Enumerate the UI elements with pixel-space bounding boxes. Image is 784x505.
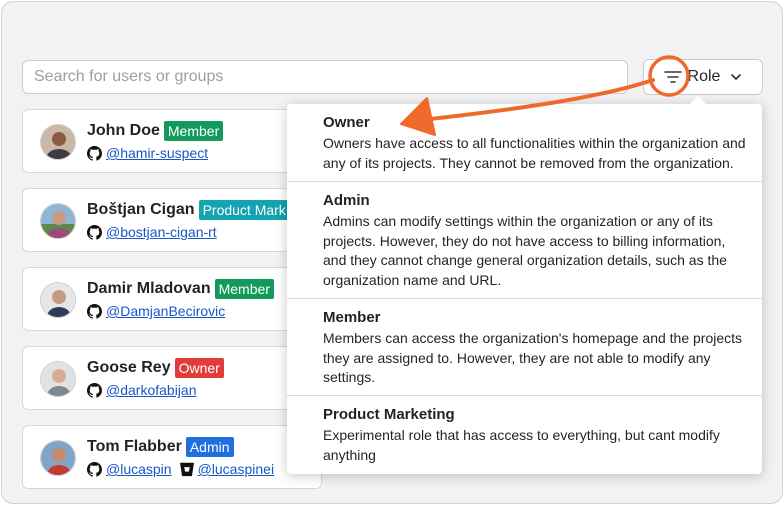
role-option-product-marketing[interactable]: Product Marketing Experimental role that… [287,405,762,465]
user-name: John Doe [87,122,160,139]
bitbucket-icon [179,462,194,476]
role-option-description: Members can access the organization's ho… [323,330,743,385]
github-icon [87,224,102,240]
role-option-title: Owner [323,114,370,131]
avatar [40,282,76,318]
github-icon [87,303,102,319]
user-name: Tom Flabber [87,438,182,455]
user-name: Boštjan Cigan [87,201,195,218]
role-dropdown-menu: Owner Owners have access to all function… [287,96,762,474]
role-badge: Member [214,279,274,299]
github-handle-link[interactable]: @DamjanBecirovic [106,303,225,319]
user-card[interactable]: Damir Mladovan Member @DamjanBecirovic [22,267,322,331]
role-option-owner[interactable]: Owner Owners have access to all function… [287,113,762,173]
role-option-description: Experimental role that has access to eve… [323,427,720,463]
divider [287,395,762,396]
user-card[interactable]: Tom Flabber Admin @lucaspin @lucaspinei [22,425,322,489]
github-icon [87,145,102,161]
user-name: Damir Mladovan [87,280,211,297]
role-filter-label: Role [687,68,721,85]
user-card[interactable]: Goose Rey Owner @darkofabijan [22,346,322,410]
role-option-member[interactable]: Member Members can access the organizati… [287,308,762,388]
user-name: Goose Rey [87,359,171,376]
github-handle-link[interactable]: @bostjan-cigan-rt [106,224,217,240]
divider [287,298,762,299]
role-option-title: Member [323,309,381,326]
filter-icon [663,71,682,83]
github-icon [87,382,102,398]
role-badge: Member [163,121,224,141]
role-option-title: Admin [323,192,370,209]
github-handle-link[interactable]: @lucaspin [106,461,172,477]
user-card[interactable]: Boštjan Cigan Product Mark @bostjan-ciga… [22,188,322,252]
avatar [40,124,76,160]
role-option-description: Admins can modify settings within the or… [323,213,727,288]
avatar [40,440,76,476]
app-window: Role John Doe Member @hamir-suspect Bošt… [1,1,783,504]
avatar [40,203,76,239]
role-badge: Owner [174,358,224,378]
role-option-title: Product Marketing [323,406,455,423]
chevron-down-icon [731,74,742,80]
role-option-admin[interactable]: Admin Admins can modify settings within … [287,191,762,290]
user-card[interactable]: John Doe Member @hamir-suspect [22,109,322,173]
bitbucket-handle-link[interactable]: @lucaspinei [198,461,274,477]
avatar [40,361,76,397]
dropdown-caret [689,96,707,105]
github-handle-link[interactable]: @hamir-suspect [106,145,208,161]
role-option-description: Owners have access to all functionalitie… [323,135,746,171]
role-badge: Admin [185,437,234,457]
github-handle-link[interactable]: @darkofabijan [106,382,197,398]
role-filter-button[interactable]: Role [643,59,763,95]
role-badge: Product Mark [198,200,290,220]
search-input[interactable] [22,60,628,94]
github-icon [87,461,102,477]
divider [287,181,762,182]
